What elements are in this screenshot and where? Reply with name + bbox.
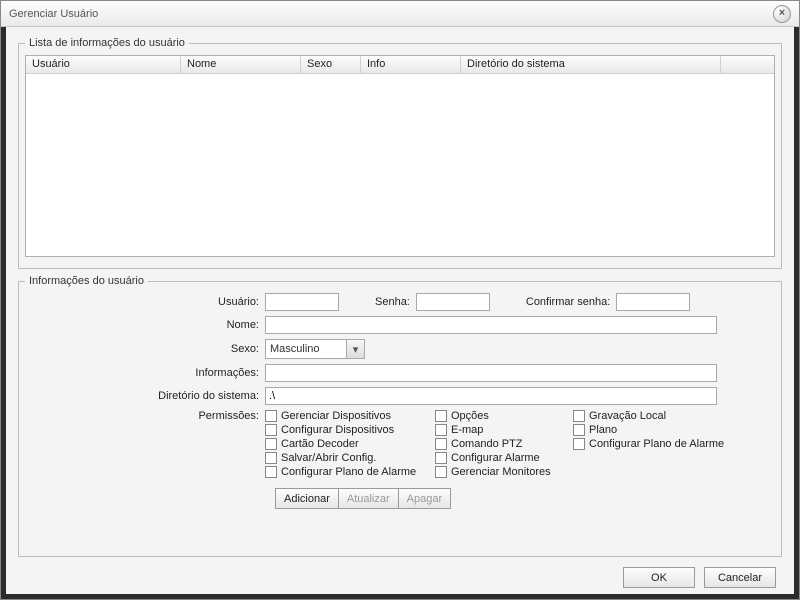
input-informacoes[interactable] — [265, 364, 717, 382]
user-info-group: Informações do usuário Usuário: Senha: C… — [18, 275, 782, 557]
checkbox-icon — [265, 466, 277, 478]
checkbox-icon — [265, 438, 277, 450]
perm-cartao-decoder[interactable]: Cartão Decoder — [265, 438, 427, 450]
dialog-footer: OK Cancelar — [18, 563, 782, 588]
checkbox-icon — [265, 424, 277, 436]
label-diretorio: Diretório do sistema: — [25, 390, 265, 402]
perm-col-1: Gerenciar Dispositivos Configurar Dispos… — [265, 410, 427, 478]
window-body: Lista de informações do usuário Usuário … — [1, 27, 799, 599]
window-title: Gerenciar Usuário — [9, 8, 773, 20]
checkbox-icon — [435, 438, 447, 450]
perm-configurar-plano-alarme-2[interactable]: Configurar Plano de Alarme — [573, 438, 743, 450]
close-button[interactable]: × — [773, 5, 791, 23]
row-informacoes: Informações: — [25, 364, 775, 382]
user-list-legend: Lista de informações do usuário — [25, 37, 189, 49]
input-diretorio[interactable] — [265, 387, 717, 405]
checkbox-icon — [265, 410, 277, 422]
col-diretorio[interactable]: Diretório do sistema — [461, 56, 721, 74]
row-credentials: Usuário: Senha: Confirmar senha: — [25, 293, 775, 311]
adicionar-button[interactable]: Adicionar — [275, 488, 339, 509]
checkbox-icon — [435, 424, 447, 436]
perm-configurar-alarme[interactable]: Configurar Alarme — [435, 452, 565, 464]
perm-comando-ptz[interactable]: Comando PTZ — [435, 438, 565, 450]
col-info[interactable]: Info — [361, 56, 461, 74]
perm-configurar-plano-alarme-1[interactable]: Configurar Plano de Alarme — [265, 466, 427, 478]
user-list-group: Lista de informações do usuário Usuário … — [18, 37, 782, 269]
checkbox-icon — [265, 452, 277, 464]
label-usuario: Usuário: — [25, 296, 265, 308]
checkbox-icon — [573, 438, 585, 450]
action-buttons: Adicionar Atualizar Apagar — [275, 488, 775, 509]
row-diretorio: Diretório do sistema: — [25, 387, 775, 405]
label-confirmar: Confirmar senha: — [520, 296, 616, 308]
input-usuario[interactable] — [265, 293, 339, 311]
cancel-button[interactable]: Cancelar — [704, 567, 776, 588]
checkbox-icon — [435, 466, 447, 478]
perm-gerenciar-dispositivos[interactable]: Gerenciar Dispositivos — [265, 410, 427, 422]
ok-button[interactable]: OK — [623, 567, 695, 588]
col-usuario[interactable]: Usuário — [26, 56, 181, 74]
close-icon: × — [779, 8, 785, 19]
perm-plano[interactable]: Plano — [573, 424, 743, 436]
window: Gerenciar Usuário × Lista de informações… — [0, 0, 800, 600]
perm-opcoes[interactable]: Opções — [435, 410, 565, 422]
select-sexo[interactable]: Masculino ▾ — [265, 339, 365, 359]
perm-col-3: Gravação Local Plano Configurar Plano de… — [573, 410, 743, 478]
titlebar: Gerenciar Usuário × — [1, 1, 799, 27]
atualizar-button: Atualizar — [338, 488, 399, 509]
apagar-button: Apagar — [398, 488, 451, 509]
row-nome: Nome: — [25, 316, 775, 334]
label-senha: Senha: — [369, 296, 416, 308]
select-sexo-value: Masculino — [266, 343, 320, 355]
label-permissoes: Permissões: — [25, 410, 265, 422]
perm-configurar-dispositivos[interactable]: Configurar Dispositivos — [265, 424, 427, 436]
input-senha[interactable] — [416, 293, 490, 311]
permissions-columns: Gerenciar Dispositivos Configurar Dispos… — [265, 410, 743, 478]
checkbox-icon — [573, 424, 585, 436]
perm-gerenciar-monitores[interactable]: Gerenciar Monitores — [435, 466, 565, 478]
col-sexo[interactable]: Sexo — [301, 56, 361, 74]
col-extra[interactable] — [721, 56, 774, 74]
table-header-row: Usuário Nome Sexo Info Diretório do sist… — [26, 56, 774, 74]
input-confirmar[interactable] — [616, 293, 690, 311]
input-nome[interactable] — [265, 316, 717, 334]
row-permissoes: Permissões: Gerenciar Dispositivos Confi… — [25, 410, 775, 478]
checkbox-icon — [435, 410, 447, 422]
user-info-legend: Informações do usuário — [25, 275, 148, 287]
perm-col-2: Opções E-map Comando PTZ Configurar Alar… — [435, 410, 565, 478]
label-sexo: Sexo: — [25, 343, 265, 355]
chevron-down-icon: ▾ — [346, 340, 364, 358]
perm-gravacao-local[interactable]: Gravação Local — [573, 410, 743, 422]
checkbox-icon — [435, 452, 447, 464]
label-informacoes: Informações: — [25, 367, 265, 379]
label-nome: Nome: — [25, 319, 265, 331]
row-sexo: Sexo: Masculino ▾ — [25, 339, 775, 359]
user-table[interactable]: Usuário Nome Sexo Info Diretório do sist… — [25, 55, 775, 257]
col-nome[interactable]: Nome — [181, 56, 301, 74]
checkbox-icon — [573, 410, 585, 422]
perm-emap[interactable]: E-map — [435, 424, 565, 436]
perm-salvar-abrir-config[interactable]: Salvar/Abrir Config. — [265, 452, 427, 464]
